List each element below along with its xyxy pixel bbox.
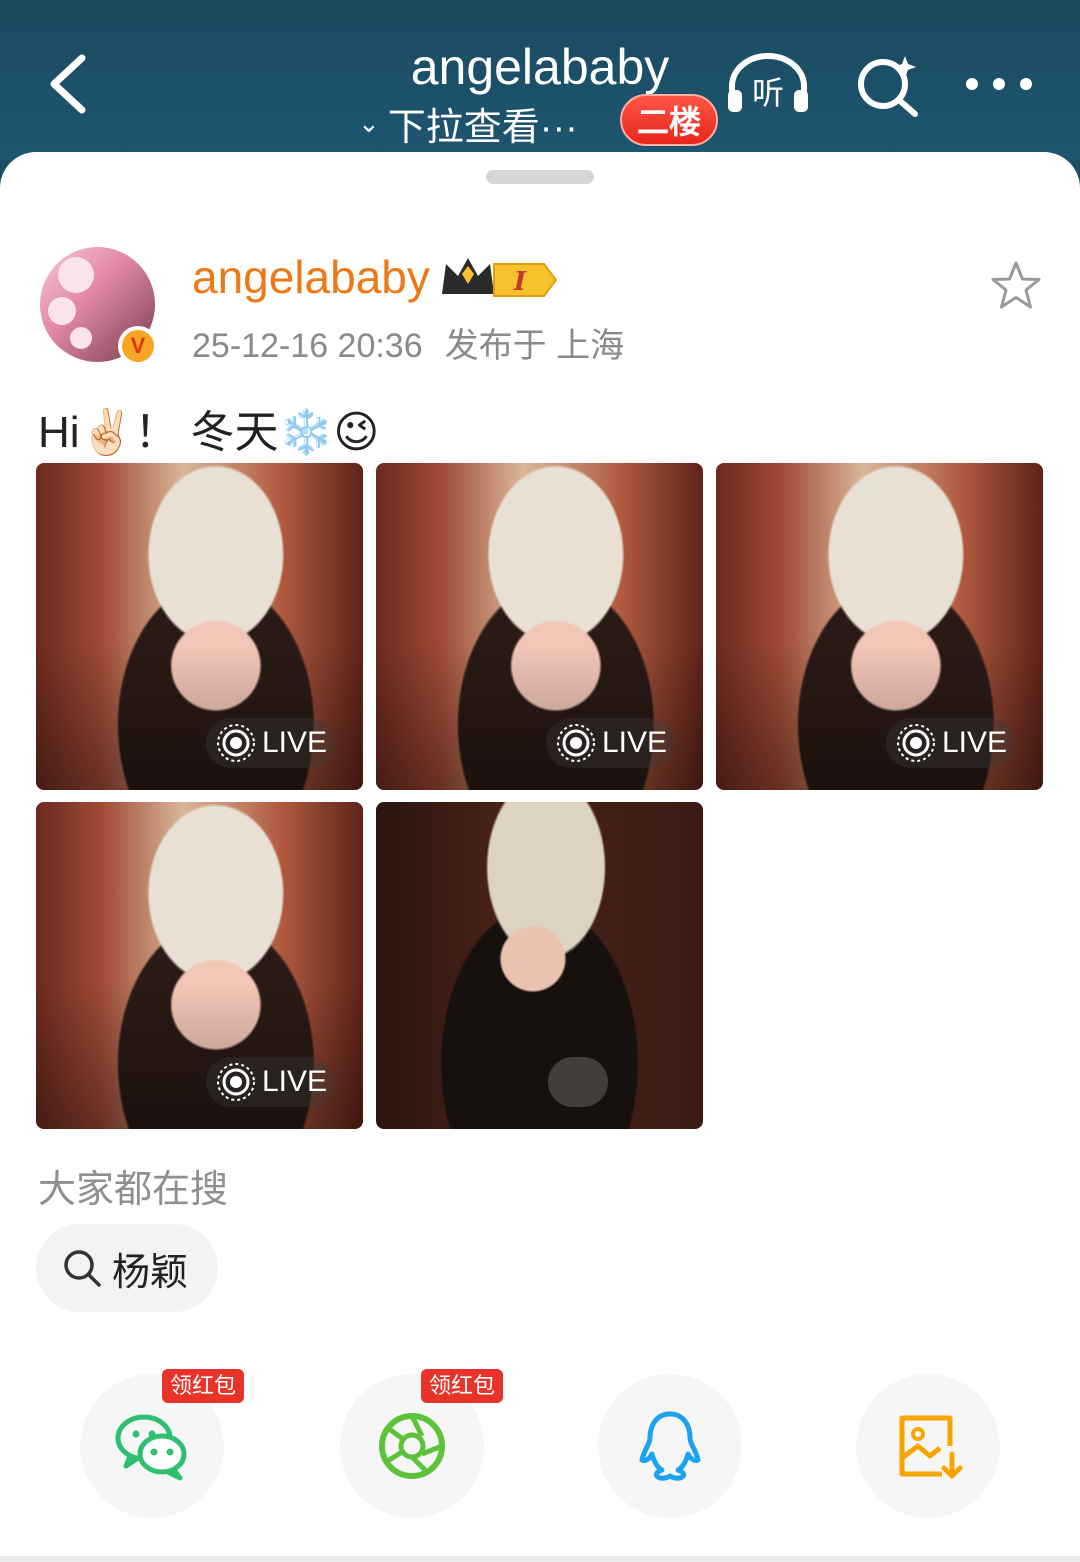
post-time: 25-12-16 20:36	[192, 327, 423, 365]
pull-down-text: 下拉查看···	[387, 107, 578, 149]
pull-down-hint[interactable]: ⌄ 下拉查看···	[358, 96, 578, 151]
live-badge: LIVE	[205, 718, 335, 768]
hot-search-chip[interactable]: 杨颖	[36, 1224, 218, 1312]
post-image[interactable]: LIVE	[36, 463, 363, 790]
live-photo-icon	[216, 1063, 255, 1101]
hot-search-label: 大家都在搜	[38, 1169, 229, 1211]
live-badge: LIVE	[545, 718, 675, 768]
post-meta: 25-12-16 20:36 发布于 上海	[192, 318, 624, 367]
red-packet-badge: 领红包	[421, 1369, 504, 1403]
moments-icon	[379, 1413, 445, 1479]
chevron-down-icon: ⌄	[358, 108, 380, 138]
live-badge: LIVE	[885, 718, 1015, 768]
listen-label: 听	[752, 74, 784, 112]
avatar-flower	[58, 257, 94, 293]
search-icon[interactable]	[855, 52, 921, 118]
vip-crown-icon: I	[442, 258, 558, 297]
avatar-flower	[70, 327, 92, 349]
post-image[interactable]: LIVE	[36, 802, 363, 1129]
live-photo-icon	[556, 724, 595, 762]
search-icon	[64, 1250, 101, 1287]
wechat-icon	[115, 1414, 187, 1481]
live-badge: LIVE	[205, 1057, 335, 1107]
save-image-button[interactable]	[856, 1374, 1000, 1518]
live-label: LIVE	[261, 726, 327, 759]
listen-icon[interactable]: 听	[726, 52, 810, 116]
vip-level: I	[513, 267, 527, 297]
star-icon[interactable]	[990, 260, 1042, 312]
post-image[interactable]	[376, 802, 703, 1129]
post-sheet: V angelababy I 25-12-16 20:36 发布于 上海 Hi✌🏻…	[0, 152, 1080, 1562]
second-floor-badge[interactable]: 二楼	[620, 94, 718, 146]
post-image[interactable]: LIVE	[716, 463, 1043, 790]
post-text: Hi✌🏻！ 冬天❄️😉	[38, 408, 380, 457]
username[interactable]: angelababy	[192, 250, 430, 304]
more-icon[interactable]	[964, 72, 1034, 96]
qq-icon	[639, 1411, 701, 1481]
drag-handle[interactable]	[486, 170, 594, 184]
live-label: LIVE	[601, 726, 667, 759]
live-photo-icon	[896, 724, 935, 762]
live-label: LIVE	[941, 726, 1007, 759]
red-packet-badge: 领红包	[162, 1369, 245, 1403]
post-image[interactable]: LIVE	[376, 463, 703, 790]
post-location: 发布于 上海	[444, 327, 625, 365]
save-image-icon	[899, 1415, 963, 1479]
share-qq-button[interactable]	[598, 1374, 742, 1518]
verified-badge-icon: V	[118, 326, 158, 366]
loading-icon	[548, 1057, 608, 1107]
avatar-flower	[48, 297, 76, 325]
live-photo-icon	[216, 724, 255, 762]
hot-search-term: 杨颖	[112, 1251, 189, 1294]
photo	[376, 802, 703, 1129]
bottom-divider	[0, 1556, 1080, 1562]
top-bar: angelababy ⌄ 下拉查看··· 二楼 听	[0, 0, 1080, 160]
live-label: LIVE	[261, 1065, 327, 1098]
